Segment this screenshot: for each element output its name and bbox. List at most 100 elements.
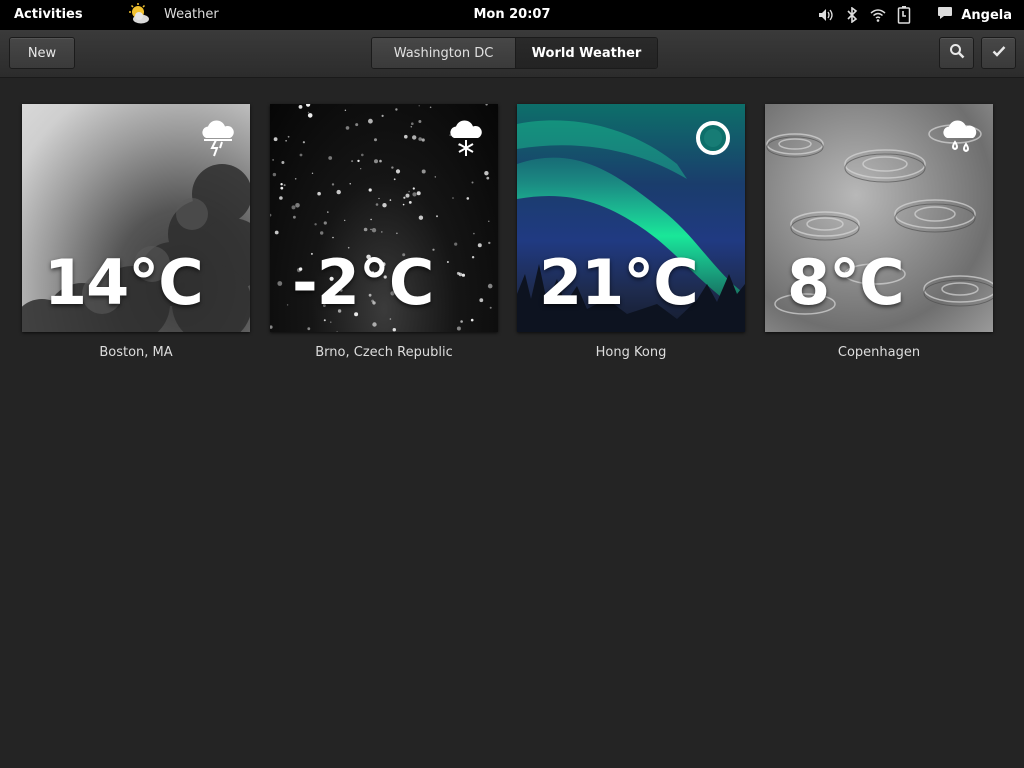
battery-icon[interactable] <box>895 6 913 24</box>
snowflake <box>345 126 350 130</box>
snowflake <box>393 178 396 181</box>
snowflake <box>320 231 324 235</box>
snowflake <box>317 191 321 196</box>
tab-washington-dc[interactable]: Washington DC <box>372 38 516 68</box>
snowflake <box>302 141 305 144</box>
snowflake <box>336 189 341 195</box>
snowflake <box>458 272 463 277</box>
snow-icon <box>446 118 486 158</box>
snowflake <box>336 331 338 332</box>
snowflake <box>396 232 398 235</box>
temperature: 8°C <box>787 246 905 319</box>
snowflake <box>299 153 303 157</box>
snowflake <box>381 231 383 233</box>
status-area[interactable]: Angela <box>817 0 1024 30</box>
snowflake <box>392 328 396 332</box>
snowflake <box>382 203 387 208</box>
snowflake <box>421 169 426 174</box>
location-card-brno[interactable]: -2°C <box>270 104 498 332</box>
snowflake <box>486 176 490 180</box>
snowflake <box>412 192 417 197</box>
snowflake <box>298 105 303 109</box>
snowflake <box>293 215 296 219</box>
snowflake <box>270 325 273 329</box>
location-name: Brno, Czech Republic <box>315 345 453 360</box>
snowflake <box>487 283 493 289</box>
bluetooth-icon[interactable] <box>843 6 861 24</box>
location-name: Hong Kong <box>595 345 667 360</box>
checkmark-icon <box>992 45 1006 61</box>
location-name: Boston, MA <box>99 345 173 360</box>
snowflake <box>344 219 346 222</box>
header-bar: New Washington DC World Weather <box>0 30 1024 78</box>
snowflake <box>436 215 438 218</box>
snowflake <box>381 114 384 117</box>
snowflake <box>389 199 392 201</box>
thunderstorm-icon <box>198 118 238 158</box>
temperature: 21°C <box>539 246 699 319</box>
clock[interactable]: Mon 20:07 <box>473 7 550 22</box>
snowflake <box>477 243 482 248</box>
snowflake <box>328 156 333 160</box>
snowflake <box>402 203 405 206</box>
search-button[interactable] <box>939 37 974 69</box>
snowflake <box>452 197 454 199</box>
snowflake <box>485 104 488 106</box>
snowflake <box>371 228 377 233</box>
snowflake <box>375 203 379 206</box>
snowflake <box>286 304 289 306</box>
volume-icon[interactable] <box>817 6 835 24</box>
user-name: Angela <box>961 7 1012 23</box>
chat-icon <box>937 6 953 24</box>
selection-mode-button[interactable] <box>981 37 1016 69</box>
snowflake <box>418 120 422 123</box>
snowflake <box>287 135 290 138</box>
snowflake <box>466 197 470 200</box>
snowflake <box>473 232 475 235</box>
location-card-boston[interactable]: 14°C <box>22 104 250 332</box>
wifi-icon[interactable] <box>869 6 887 24</box>
snowflake <box>456 326 461 331</box>
snowflake <box>314 223 317 226</box>
app-menu-label: Weather <box>164 6 219 22</box>
snowflake <box>461 273 465 277</box>
location-card-copenhagen[interactable]: 8°C <box>765 104 993 332</box>
top-bar: Activities Weather Mon 20:07 Angela <box>0 0 1024 30</box>
showers-icon <box>941 118 981 158</box>
snowflake <box>488 220 490 222</box>
user-menu[interactable]: Angela <box>937 6 1012 24</box>
location-card-hong-kong[interactable]: 21°C <box>517 104 745 332</box>
snowflake <box>272 172 277 177</box>
snowflake <box>379 159 382 163</box>
snowflake <box>489 306 492 309</box>
app-menu[interactable]: Weather <box>128 3 219 25</box>
snowflake <box>283 184 286 187</box>
snowflake <box>306 104 311 107</box>
snowflake <box>307 327 311 331</box>
snowflake <box>331 183 335 186</box>
snowflake <box>277 281 283 286</box>
snowflake <box>411 122 414 125</box>
activities-button[interactable]: Activities <box>14 7 83 22</box>
snowflake <box>405 193 410 198</box>
snowflake <box>272 159 274 161</box>
snowflake <box>360 168 362 170</box>
snowflake <box>323 319 326 322</box>
snowflake <box>395 108 398 111</box>
snowflake <box>355 123 359 127</box>
snowflake <box>404 134 408 139</box>
snowflake <box>291 205 296 210</box>
snowflake <box>307 113 313 118</box>
temperature: -2°C <box>292 246 434 319</box>
snowflake <box>418 137 422 141</box>
snowflake <box>370 218 372 221</box>
snowflake <box>479 298 484 303</box>
tab-world-weather[interactable]: World Weather <box>516 38 657 68</box>
snowflake <box>294 178 297 180</box>
snowflake <box>488 241 491 245</box>
snowflake <box>412 135 417 140</box>
snowflake <box>330 321 332 323</box>
new-button[interactable]: New <box>9 37 75 69</box>
snowflake <box>351 160 354 163</box>
temperature: 14°C <box>44 246 204 319</box>
